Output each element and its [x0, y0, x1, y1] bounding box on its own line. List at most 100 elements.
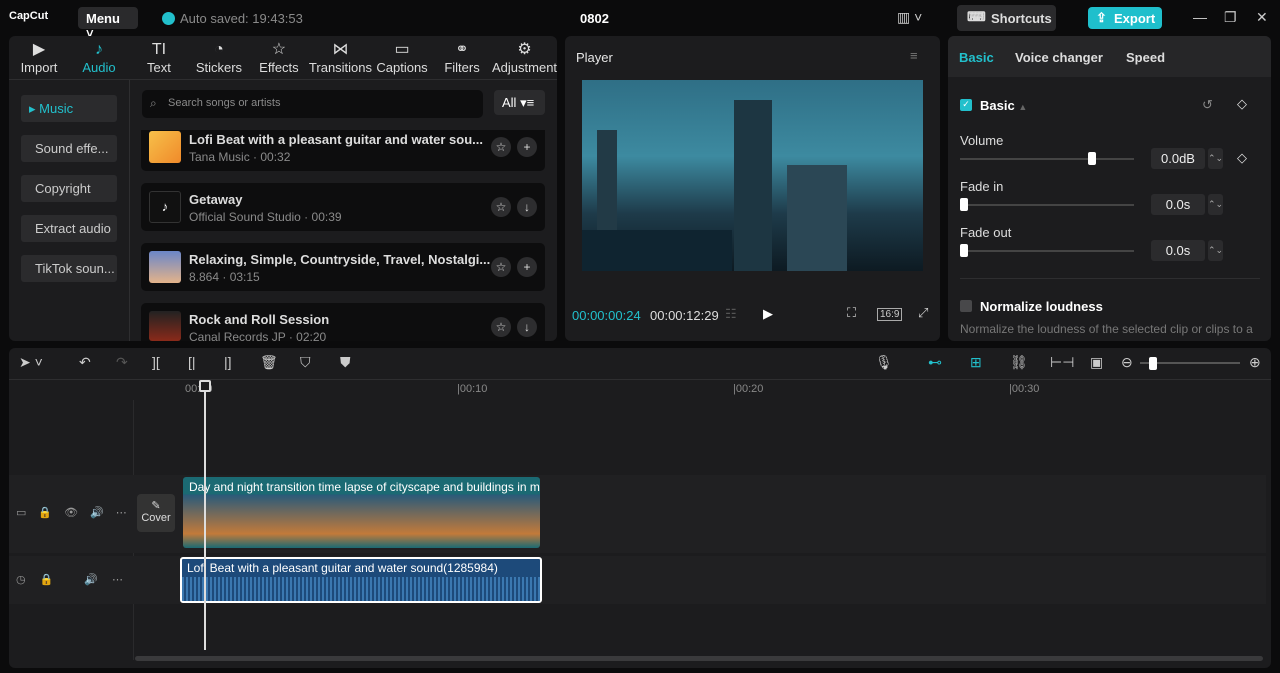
- tab-adjustment[interactable]: ⚙ Adjustment: [492, 36, 557, 79]
- fade-in-input[interactable]: 0.0s: [1151, 194, 1205, 215]
- fade-out-slider-knob[interactable]: [960, 244, 968, 257]
- microphone-icon[interactable]: 🎙: [875, 354, 893, 371]
- play-icon[interactable]: ▶: [763, 306, 773, 322]
- sidebar-item-tiktok-sounds[interactable]: TikTok soun...: [21, 255, 117, 282]
- undo-icon[interactable]: ↶: [79, 354, 91, 371]
- fullscreen-icon[interactable]: ⤢: [918, 305, 928, 321]
- volume-stepper[interactable]: ⌃⌄: [1208, 148, 1223, 169]
- list-item[interactable]: Relaxing, Simple, Countryside, Travel, N…: [141, 243, 545, 291]
- timeline-grid-icon[interactable]: ☷: [725, 306, 737, 322]
- tab-transitions[interactable]: ⋈ Transitions: [309, 36, 372, 79]
- select-tool-icon[interactable]: ➤ ˅: [19, 354, 43, 371]
- volume-input[interactable]: 0.0dB: [1151, 148, 1205, 169]
- tab-label: Import: [20, 60, 58, 75]
- fade-in-slider-knob[interactable]: [960, 198, 968, 211]
- tab-stickers[interactable]: ◔ Stickers: [189, 36, 249, 79]
- screenshot-icon[interactable]: ▣: [1090, 354, 1103, 371]
- keyframe-icon[interactable]: ◇: [1237, 150, 1247, 166]
- shortcuts-button[interactable]: ⌨ Shortcuts: [957, 5, 1056, 31]
- auto-snap-icon[interactable]: ⊞: [970, 354, 982, 371]
- split-right-icon[interactable]: |]: [224, 354, 232, 370]
- tab-text[interactable]: TI Text: [129, 36, 189, 79]
- volume-label: Volume: [960, 133, 1004, 148]
- favorite-icon[interactable]: ☆: [491, 317, 511, 337]
- download-icon[interactable]: ↓: [517, 197, 537, 217]
- fade-in-slider[interactable]: [960, 204, 1134, 206]
- sidebar-item-music[interactable]: ▸ Music: [21, 95, 117, 122]
- aspect-ratio-button[interactable]: 16:9: [877, 308, 903, 321]
- audio-clip[interactable]: Lofi Beat with a pleasant guitar and wat…: [180, 557, 542, 603]
- playhead-handle[interactable]: [199, 380, 211, 392]
- cover-button[interactable]: ✎ Cover: [137, 494, 175, 532]
- list-item[interactable]: Lofi Beat with a pleasant guitar and wat…: [141, 130, 545, 171]
- horizontal-scrollbar[interactable]: [135, 656, 1263, 661]
- split-left-icon[interactable]: [|: [188, 354, 196, 370]
- menu-button[interactable]: Menu ˅: [78, 7, 138, 41]
- fade-out-slider[interactable]: [960, 250, 1134, 252]
- zoom-out-icon[interactable]: ⊖: [1121, 354, 1133, 371]
- preview-axis-icon[interactable]: ⊢⊣: [1050, 354, 1074, 371]
- tab-label: Adjustment: [492, 60, 558, 75]
- list-item[interactable]: Rock and Roll Session Canal Records JP ·…: [141, 303, 545, 344]
- song-meta: Tana Music · 00:32: [189, 150, 291, 164]
- fade-out-stepper[interactable]: ⌃⌄: [1208, 240, 1223, 261]
- favorite-icon[interactable]: ☆: [491, 197, 511, 217]
- filter-button[interactable]: All ▾≡: [494, 90, 545, 115]
- main-track-magnet-icon[interactable]: ⊷: [928, 354, 942, 371]
- close-icon[interactable]: ✕: [1256, 9, 1268, 26]
- captions-icon: ▭: [394, 41, 410, 58]
- fade-in-stepper[interactable]: ⌃⌄: [1208, 194, 1223, 215]
- project-title: 0802: [580, 11, 609, 26]
- redo-icon[interactable]: ↷: [116, 354, 128, 371]
- tab-captions[interactable]: ▭ Captions: [372, 36, 432, 79]
- tab-audio[interactable]: ♪ Audio: [69, 36, 129, 79]
- download-icon[interactable]: ↓: [517, 317, 537, 337]
- video-track-controls[interactable]: ▭🔒👁🔊⋯: [16, 506, 139, 519]
- tab-import[interactable]: ▶ Import: [9, 36, 69, 79]
- sidebar-item-copyright[interactable]: Copyright: [21, 175, 117, 202]
- mark-icon[interactable]: ⛉: [300, 354, 311, 371]
- tab-voice-changer[interactable]: Voice changer: [1015, 50, 1103, 65]
- basic-section-header[interactable]: Basic ▲: [980, 98, 1027, 113]
- tab-speed[interactable]: Speed: [1126, 50, 1165, 65]
- player-menu-icon[interactable]: ≡: [910, 48, 918, 63]
- favorite-icon[interactable]: ☆: [491, 257, 511, 277]
- search-input[interactable]: Search songs or artists: [142, 90, 483, 118]
- volume-slider-knob[interactable]: [1087, 152, 1096, 165]
- tab-filters[interactable]: ⚭ Filters: [432, 36, 492, 79]
- split-icon[interactable]: ][: [152, 354, 160, 370]
- audio-track-controls[interactable]: ◷🔒 🔊⋯: [16, 573, 137, 586]
- list-item[interactable]: ♪ Getaway Official Sound Studio · 00:39 …: [141, 183, 545, 231]
- zoom-in-icon[interactable]: ⊕: [1249, 354, 1261, 371]
- edit-icon: ✎: [151, 500, 161, 512]
- sidebar-item-sound-effects[interactable]: Sound effe...: [21, 135, 117, 162]
- import-icon: ▶: [32, 41, 46, 58]
- volume-slider[interactable]: [960, 158, 1134, 160]
- shield-icon[interactable]: ⛊: [340, 354, 351, 371]
- layout-icon[interactable]: ▥ ˅: [897, 9, 922, 26]
- maximize-icon[interactable]: ❐: [1224, 9, 1237, 26]
- link-icon[interactable]: ⛓: [1010, 354, 1028, 371]
- playhead[interactable]: [204, 382, 206, 650]
- basic-checkbox[interactable]: ✓: [960, 99, 972, 111]
- video-clip[interactable]: Day and night transition time lapse of c…: [183, 477, 540, 548]
- fullscreen-crop-icon[interactable]: ⛶: [847, 305, 856, 321]
- favorite-icon[interactable]: ☆: [491, 137, 511, 157]
- reset-icon[interactable]: ↺: [1202, 97, 1213, 113]
- divider: [960, 278, 1260, 279]
- tab-effects[interactable]: ☆ Effects: [249, 36, 309, 79]
- delete-icon[interactable]: 🗑: [260, 354, 278, 371]
- add-icon[interactable]: +: [517, 137, 537, 157]
- audio-icon: ♪: [94, 41, 103, 58]
- minimize-icon[interactable]: —: [1193, 9, 1207, 25]
- fade-out-input[interactable]: 0.0s: [1151, 240, 1205, 261]
- cover-label: Cover: [141, 512, 171, 524]
- export-button[interactable]: ⇪ Export: [1088, 7, 1162, 29]
- waveform: [182, 577, 540, 601]
- tab-basic[interactable]: Basic: [959, 50, 994, 65]
- add-icon[interactable]: +: [517, 257, 537, 277]
- zoom-slider-knob[interactable]: [1149, 357, 1157, 370]
- normalize-checkbox[interactable]: [960, 300, 972, 312]
- keyframe-icon[interactable]: ◇: [1237, 96, 1247, 112]
- sidebar-item-extract-audio[interactable]: Extract audio: [21, 215, 117, 242]
